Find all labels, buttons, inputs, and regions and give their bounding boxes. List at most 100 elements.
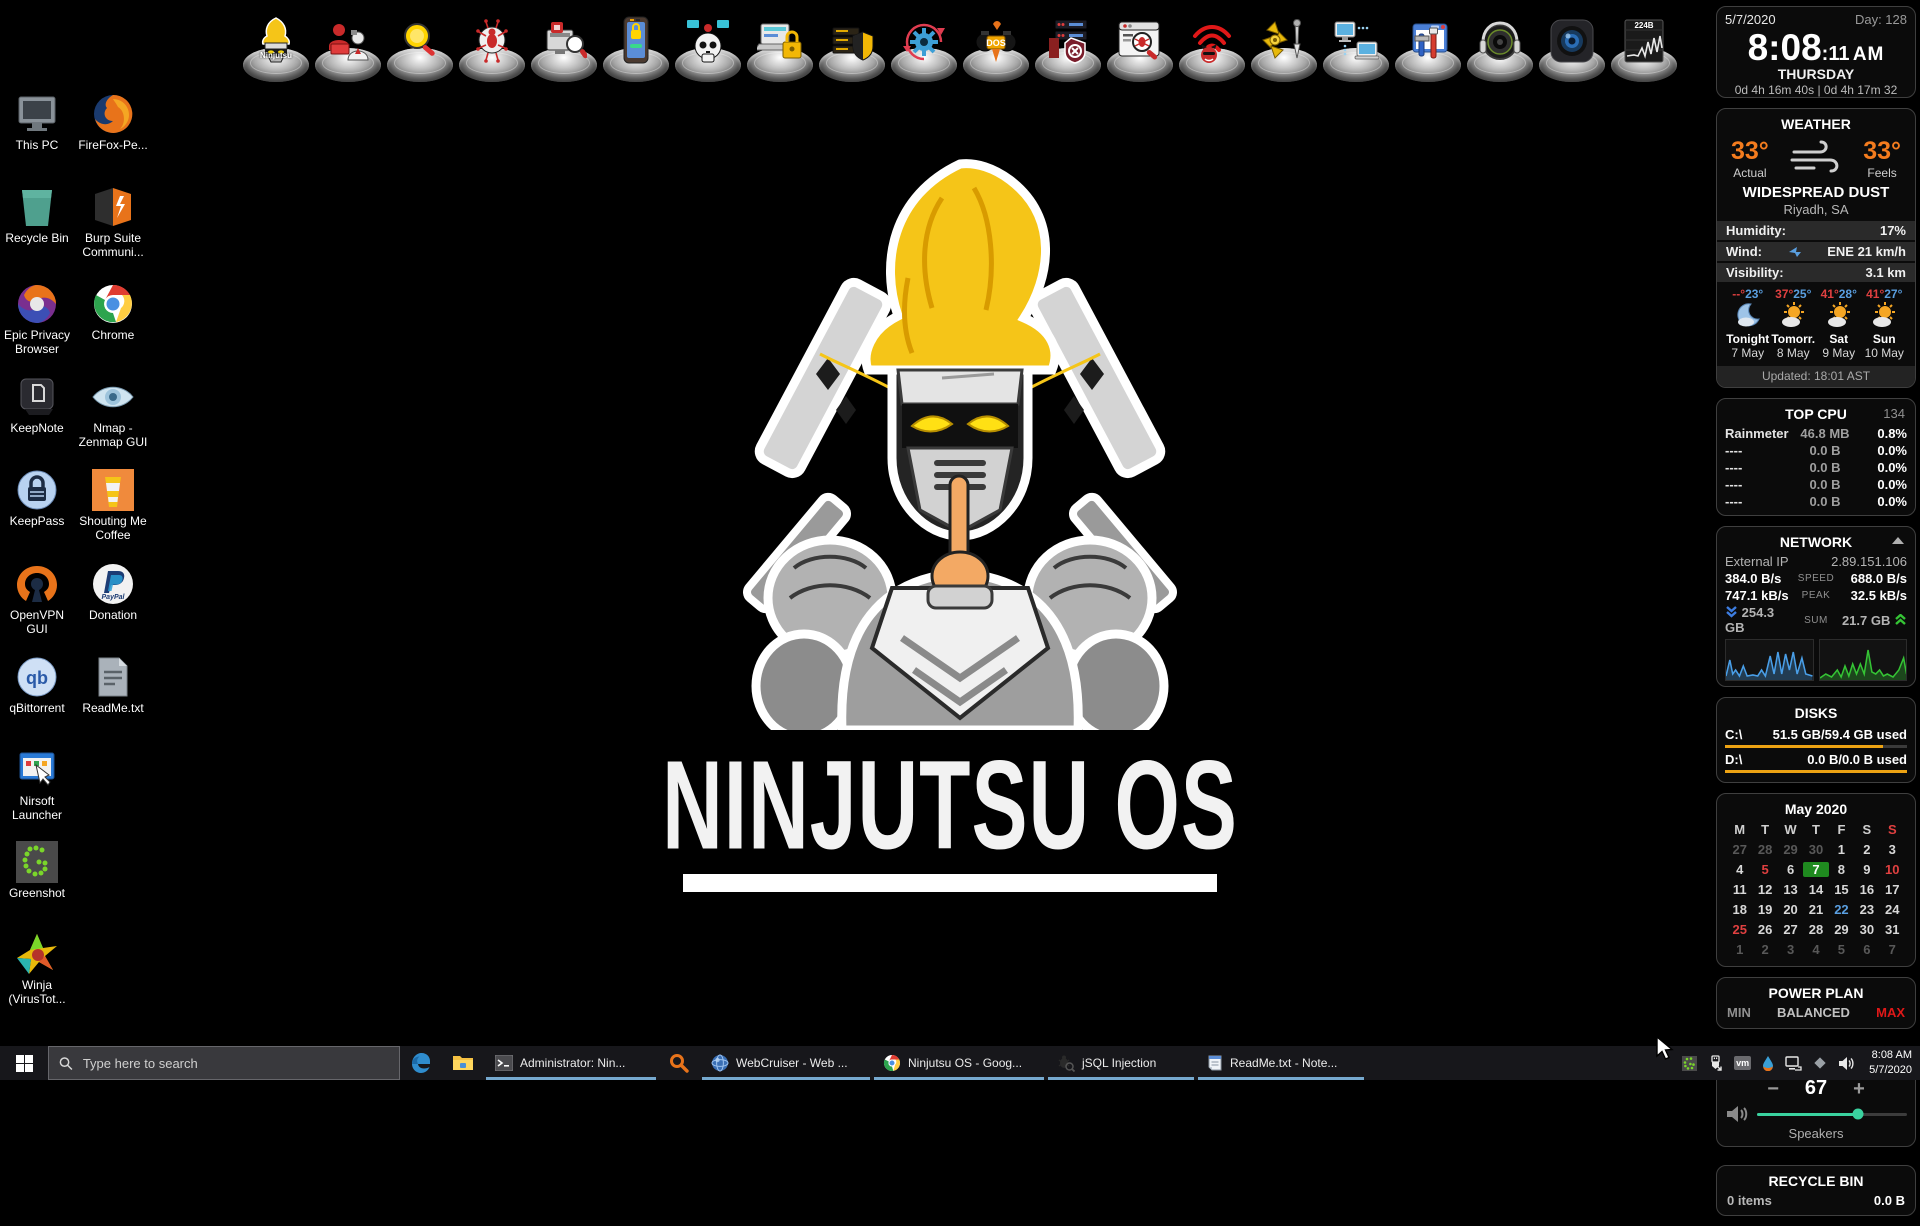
tray-network-icon[interactable] [1785, 1056, 1802, 1071]
server-shield-icon [829, 20, 875, 64]
svg-text:qb: qb [26, 668, 48, 688]
calendar-day: 7 [1880, 942, 1905, 957]
dock-shuriken[interactable] [1248, 4, 1320, 90]
tray-water-drop-icon[interactable] [1762, 1055, 1774, 1071]
desktop-icon-shouting-me-coffee[interactable]: Shouting Me Coffee [77, 468, 149, 543]
forecast-day: 41°27° Sun 10 May [1862, 287, 1908, 360]
collapse-arrow-icon[interactable] [1891, 536, 1905, 545]
desktop-icon-donation[interactable]: PayPal Donation [77, 562, 149, 623]
search-input[interactable] [81, 1055, 389, 1072]
desktop-icon-winja[interactable]: Winja (VirusTot... [1, 932, 73, 1007]
dock-malware-bug[interactable] [456, 4, 528, 90]
humidity-row: Humidity:17% [1717, 221, 1915, 240]
tray-diamond-icon[interactable] [1813, 1056, 1827, 1070]
desktop-icon-greenshot[interactable]: Greenshot [1, 840, 73, 901]
top-cpu-title: TOP CPU [1725, 404, 1907, 425]
power-min[interactable]: MIN [1727, 1005, 1751, 1020]
desktop-icon-this-pc[interactable]: This PC [1, 92, 73, 153]
calendar-day: 28 [1803, 922, 1828, 937]
dock-dos-attack[interactable]: DOS [960, 4, 1032, 90]
taskbar-window-webcruiser[interactable]: WebCruiser - Web ... [700, 1046, 872, 1080]
power-current[interactable]: BALANCED [1777, 1005, 1850, 1020]
volume-slider-knob[interactable] [1852, 1109, 1863, 1120]
taskbar-window-admin-terminal[interactable]: Administrator: Nin... [484, 1046, 658, 1080]
coffee-cup-icon [91, 468, 135, 512]
dock-reverse-engineering[interactable] [888, 4, 960, 90]
forecast-day: 41°28° Sat 9 May [1816, 287, 1862, 360]
desktop-icon-qbittorrent[interactable]: qb qBittorrent [1, 655, 73, 716]
nirsoft-launcher-icon [15, 748, 59, 792]
desktop-icon-label: KeepPass [1, 515, 73, 529]
taskbar-search-tool-button[interactable] [658, 1046, 700, 1080]
svg-text:PayPal: PayPal [102, 594, 126, 601]
desktop-icon-firefox[interactable]: FireFox-Pe... [77, 92, 149, 153]
taskbar-window-notepad[interactable]: ReadMe.txt - Note... [1196, 1046, 1366, 1080]
speaker-icon[interactable] [1725, 1104, 1749, 1124]
dock-web-scanner[interactable] [1104, 4, 1176, 90]
sun-cloud-icon [1869, 301, 1899, 329]
tray-vmware-icon[interactable]: vm [1734, 1056, 1751, 1070]
calendar-day: 5 [1752, 862, 1777, 877]
dock-network-monitor[interactable]: 224B [1608, 4, 1680, 90]
tray-volume-icon[interactable] [1838, 1056, 1855, 1071]
greenshot-icon [15, 840, 59, 884]
jsql-bug-icon [1057, 1054, 1075, 1072]
dock-anonymity[interactable] [672, 4, 744, 90]
tray-time: 8:08 AM [1869, 1048, 1912, 1063]
dock-mobile-security[interactable] [600, 4, 672, 90]
dock-wifi-attack[interactable] [1176, 4, 1248, 90]
dock-camera[interactable] [1536, 4, 1608, 90]
taskbar-explorer-button[interactable] [442, 1046, 484, 1080]
tray-greenshot-icon[interactable] [1682, 1056, 1697, 1071]
calendar-day: 18 [1727, 902, 1752, 917]
dock-hacker-training[interactable] [312, 4, 384, 90]
recycle-bin-icon [15, 185, 59, 229]
calendar-day: 29 [1829, 922, 1854, 937]
dock-credentials[interactable] [744, 4, 816, 90]
desktop-icon-nmap[interactable]: Nmap - Zenmap GUI [77, 375, 149, 450]
desktop-icon-nirsoft[interactable]: Nirsoft Launcher [1, 748, 73, 823]
desktop-icon-label: Epic Privacy Browser [1, 329, 73, 357]
desktop-icon-label: KeepNote [1, 422, 73, 436]
desktop-icon-keepass[interactable]: KeepPass [1, 468, 73, 529]
weather-widget: WEATHER 33° Actual 33° Feels WIDESPREAD … [1716, 108, 1916, 388]
dock-remote-desktop[interactable] [1320, 4, 1392, 90]
calendar-header: T [1803, 822, 1828, 837]
dock-osint-search[interactable] [384, 4, 456, 90]
dock-server-shield[interactable] [816, 4, 888, 90]
windows-logo-icon [16, 1055, 33, 1072]
dock-ninjutsu-logo[interactable]: Ninjutsu [240, 4, 312, 90]
desktop-icon-chrome[interactable]: Chrome [77, 282, 149, 343]
start-button[interactable] [0, 1046, 48, 1080]
taskbar-search[interactable] [48, 1046, 400, 1080]
cpu-row: ---- 0.0 B 0.0% [1725, 459, 1907, 476]
desktop-icon-openvpn[interactable]: OpenVPN GUI [1, 562, 73, 637]
power-max[interactable]: MAX [1876, 1005, 1905, 1020]
desktop-icon-keepnote[interactable]: KeepNote [1, 375, 73, 436]
volume-increase-button[interactable]: + [1853, 1081, 1865, 1097]
tray-clock[interactable]: 8:08 AM 5/7/2020 [1869, 1048, 1912, 1078]
volume-slider[interactable] [1757, 1113, 1907, 1116]
desktop-icon-label: Chrome [77, 329, 149, 343]
desktop-icon-label: Donation [77, 609, 149, 623]
desktop-icon-epic-browser[interactable]: Epic Privacy Browser [1, 282, 73, 357]
taskbar-edge-button[interactable] [400, 1046, 442, 1080]
desktop-icon-readme[interactable]: ReadMe.txt [77, 655, 149, 716]
taskbar-window-jsql[interactable]: jSQL Injection [1046, 1046, 1196, 1080]
calendar-day: 6 [1854, 942, 1879, 957]
volume-decrease-button[interactable]: − [1767, 1081, 1779, 1097]
dock-forensics[interactable] [528, 4, 600, 90]
top-cpu-widget: TOP CPU 134 Rainmeter 46.8 MB 0.8% ---- … [1716, 398, 1916, 516]
clock-date: 5/7/2020 [1725, 12, 1776, 27]
calendar-day: 14 [1803, 882, 1828, 897]
disk-d-row: D:\0.0 B/0.0 B used [1725, 752, 1907, 767]
dock-audio[interactable] [1464, 4, 1536, 90]
desktop-icon-burp-suite[interactable]: Burp Suite Communi... [77, 185, 149, 260]
dock-server-security[interactable] [1032, 4, 1104, 90]
sun-cloud-icon [1824, 301, 1854, 329]
recycle-bin-items: 0 items [1727, 1193, 1772, 1208]
desktop-icon-recycle-bin[interactable]: Recycle Bin [1, 185, 73, 246]
dock-system-tools[interactable] [1392, 4, 1464, 90]
tray-usb-eject-icon[interactable] [1708, 1055, 1723, 1071]
taskbar-window-chrome[interactable]: Ninjutsu OS - Goog... [872, 1046, 1046, 1080]
